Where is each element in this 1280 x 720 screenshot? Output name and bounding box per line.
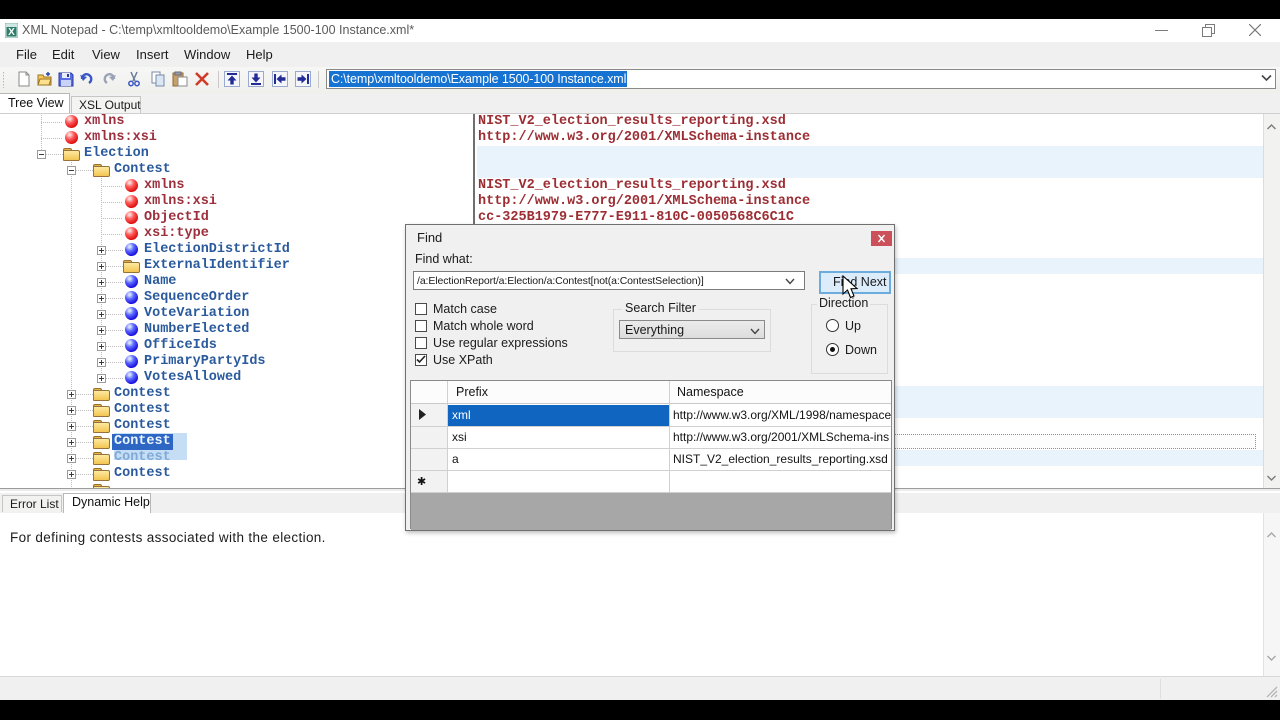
svg-text:X: X — [8, 27, 15, 38]
